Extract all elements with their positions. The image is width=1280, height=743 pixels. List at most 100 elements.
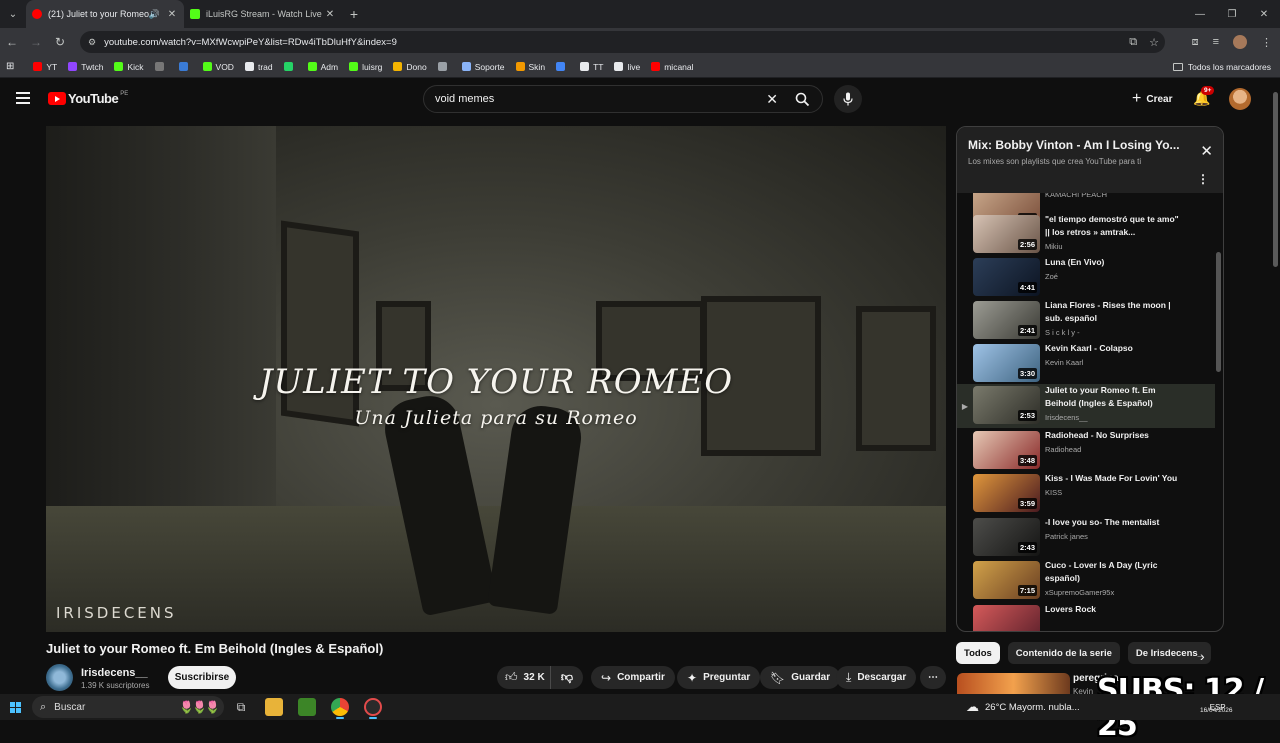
task-view-icon[interactable]: ⧉ <box>232 698 250 716</box>
playlist-thumbnail[interactable]: 3:48 <box>973 431 1040 469</box>
more-actions-button[interactable]: ⋯ <box>920 666 946 689</box>
minimize-icon[interactable]: — <box>1184 0 1216 28</box>
dislike-button[interactable]: 👎︎ <box>551 670 583 685</box>
playlist-row[interactable]: 3:59 Kiss - I Was Made For Lovin' You KISS <box>957 472 1215 516</box>
bookmark-item[interactable]: Kick <box>114 62 144 72</box>
playlist-thumbnail[interactable]: 3:59 <box>973 474 1040 512</box>
chip-todos[interactable]: Todos <box>956 642 1000 664</box>
playlist-scrollbar[interactable] <box>1216 197 1221 627</box>
bookmark-item[interactable]: Dono <box>393 62 427 72</box>
chrome-icon[interactable] <box>331 698 349 716</box>
cast-icon[interactable]: ⧉ <box>1129 36 1137 49</box>
forward-icon[interactable]: → <box>24 28 48 56</box>
url-bar[interactable]: ⚙ youtube.com/watch?v=MXfWcwpiPeY&list=R… <box>80 31 1165 53</box>
search-input[interactable]: void memes ✕ <box>423 85 823 113</box>
bookmark-item[interactable]: micanal <box>651 62 694 72</box>
weather-text[interactable]: 26°C Mayorm. nubla... <box>985 702 1080 713</box>
playlist-thumbnail[interactable] <box>973 605 1040 631</box>
playlist-row[interactable]: 2:56 "el tiempo demostró que te amo" || l… <box>957 213 1215 257</box>
notifications-button[interactable]: 🔔 9+ <box>1193 86 1215 107</box>
bookmark-item[interactable]: Adm <box>307 62 338 72</box>
taskbar-date[interactable]: 16/04/2026 <box>1200 707 1233 714</box>
tab-youtube[interactable]: (21) Juliet to your Romeo ft 🔊 ✕ <box>26 0 184 28</box>
playlist-row[interactable]: 3:30 Kevin Kaarl - Colapso Kevin Kaarl <box>957 342 1215 386</box>
playlist-menu-icon[interactable]: ⋮ <box>1197 172 1209 186</box>
tab-kick[interactable]: iLuisRG Stream - Watch Live on ✕ <box>184 0 342 28</box>
channel-name[interactable]: Irisdecens__ <box>81 667 148 679</box>
playlist-thumbnail[interactable]: 2:53 <box>973 386 1040 424</box>
new-tab-button[interactable]: + <box>342 6 366 22</box>
bookmark-item[interactable]: Twtch <box>68 62 103 72</box>
bookmark-item[interactable]: TT <box>580 62 603 72</box>
subscribe-button[interactable]: Suscribirse <box>168 666 236 689</box>
video-player[interactable]: JULIET TO YOUR ROMEO Una Julieta para su… <box>46 126 946 632</box>
like-button[interactable]: 👍︎ 32 K <box>497 666 551 689</box>
bookmark-item[interactable]: luisrg <box>349 62 382 72</box>
page-scroll-thumb[interactable] <box>1273 92 1278 267</box>
audio-playing-icon[interactable]: 🔊 <box>149 9 160 20</box>
restore-icon[interactable]: ❐ <box>1216 0 1248 28</box>
save-button[interactable]: 🔖︎ Guardar <box>760 666 841 689</box>
reload-icon[interactable]: ↻ <box>48 28 72 56</box>
playlist-thumbnail[interactable]: 4:41 <box>973 258 1040 296</box>
channel-avatar[interactable] <box>46 664 73 691</box>
media-controls-icon[interactable]: ≡ <box>1213 36 1219 48</box>
bookmark-item[interactable]: live <box>614 62 640 72</box>
obs-icon[interactable] <box>364 698 382 716</box>
playlist-scroll-thumb[interactable] <box>1216 252 1221 372</box>
file-explorer-icon[interactable] <box>265 698 283 716</box>
playlist-row[interactable]: 2:41 Liana Flores - Rises the moon | sub.… <box>957 299 1215 343</box>
bookmark-item[interactable]: trad <box>244 62 273 72</box>
bookmark-item[interactable] <box>556 62 569 71</box>
create-button[interactable]: + Crear <box>1124 88 1180 110</box>
close-tab-icon[interactable]: ✕ <box>324 9 336 20</box>
voice-search-button[interactable] <box>834 85 862 113</box>
playlist-thumbnail[interactable]: 2:41 <box>973 301 1040 339</box>
bookmark-item[interactable]: Soporte <box>461 62 505 72</box>
ask-button[interactable]: ✦ Preguntar <box>677 666 761 689</box>
all-bookmarks[interactable]: Todos los marcadores <box>1172 56 1271 78</box>
chips-next-icon[interactable]: › <box>1200 648 1205 664</box>
bookmark-item[interactable] <box>437 62 451 71</box>
taskbar-search[interactable]: ⌕ Buscar 🌷🌷🌷 <box>32 696 224 718</box>
bookmark-item[interactable]: VOD <box>202 62 234 72</box>
browser-menu-icon[interactable]: ⋮ <box>1261 36 1272 49</box>
share-button[interactable]: ↪ Compartir <box>591 666 675 689</box>
youtube-logo[interactable]: YouTube PE <box>48 91 128 106</box>
chip-channel[interactable]: De Irisdecens_ <box>1127 642 1211 664</box>
tab-search-icon[interactable]: ⌄ <box>0 0 26 28</box>
playlist-title[interactable]: Mix: Bobby Vinton - Am I Losing Yo... <box>968 138 1190 152</box>
account-avatar[interactable] <box>1229 88 1251 110</box>
playlist-row-now-playing[interactable]: ▶ 2:53 Juliet to your Romeo ft. Em Beihold… <box>957 384 1215 428</box>
site-info-icon[interactable]: ⚙ <box>88 37 96 48</box>
menu-hamburger-icon[interactable] <box>16 92 30 104</box>
playlist-thumbnail[interactable]: 2:43 <box>973 518 1040 556</box>
bookmark-item[interactable]: YT <box>33 62 57 72</box>
windows-start-icon[interactable] <box>0 694 30 720</box>
back-icon[interactable]: ← <box>0 28 24 56</box>
playlist-row[interactable]: 4:41 Luna (En Vivo) Zoé <box>957 256 1215 300</box>
close-window-icon[interactable]: ✕ <box>1248 0 1280 28</box>
profile-avatar[interactable] <box>1233 35 1247 49</box>
playlist-row[interactable]: 2:43 -I love you so- The mentalist Patrick… <box>957 516 1215 560</box>
apps-grid-icon[interactable]: ⊞ <box>6 61 14 72</box>
playlist-row[interactable]: 3:48 Radiohead - No Surprises Radiohead <box>957 429 1215 473</box>
chip-series[interactable]: Contenido de la serie <box>1007 642 1120 664</box>
playlist-thumbnail[interactable]: 7:15 <box>973 561 1040 599</box>
bookmark-item[interactable] <box>154 62 168 71</box>
close-tab-icon[interactable]: ✕ <box>166 9 178 20</box>
minecraft-icon[interactable] <box>298 698 316 716</box>
playlist-row[interactable]: Lovers Rock <box>957 603 1215 631</box>
playlist-thumbnail[interactable]: 3:30 <box>973 344 1040 382</box>
bookmark-item[interactable] <box>178 62 192 71</box>
extensions-icon[interactable]: ⧈ <box>1192 36 1199 49</box>
bookmark-item[interactable] <box>283 62 297 71</box>
playlist-row[interactable]: 7:15 Cuco - Lover Is A Day (Lyric español… <box>957 559 1215 603</box>
download-button[interactable]: ⤓ Descargar <box>836 666 917 689</box>
search-button[interactable] <box>782 85 822 113</box>
page-scrollbar[interactable] <box>1271 80 1280 694</box>
close-playlist-icon[interactable]: ✕ <box>1200 142 1213 160</box>
clear-search-icon[interactable]: ✕ <box>766 91 778 108</box>
bookmark-star-icon[interactable]: ☆ <box>1149 36 1159 49</box>
bookmark-item[interactable]: Skin <box>515 62 545 72</box>
